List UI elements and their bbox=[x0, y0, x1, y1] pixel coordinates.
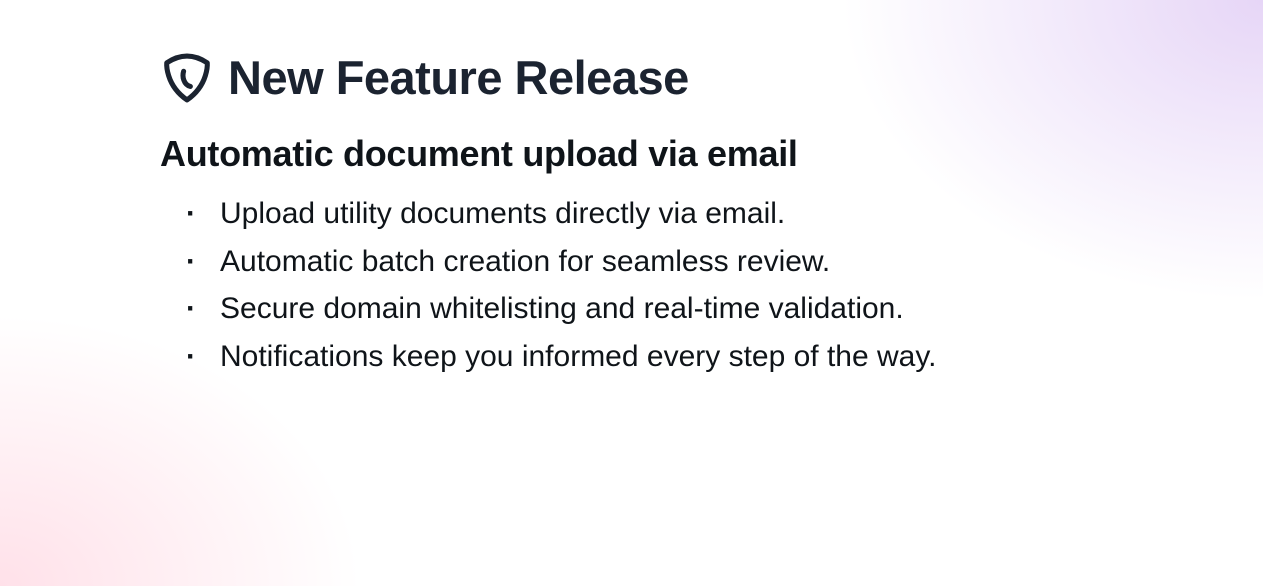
page-title: New Feature Release bbox=[228, 50, 689, 105]
feature-subtitle: Automatic document upload via email bbox=[160, 133, 1103, 175]
list-item: Notifications keep you informed every st… bbox=[186, 334, 1066, 380]
list-item: Automatic batch creation for seamless re… bbox=[186, 239, 1066, 285]
shield-logo-icon bbox=[160, 51, 214, 105]
list-item: Secure domain whitelisting and real-time… bbox=[186, 286, 1066, 332]
feature-bullet-list: Upload utility documents directly via em… bbox=[160, 191, 1103, 379]
list-item: Upload utility documents directly via em… bbox=[186, 191, 1066, 237]
header: New Feature Release bbox=[160, 50, 1103, 105]
